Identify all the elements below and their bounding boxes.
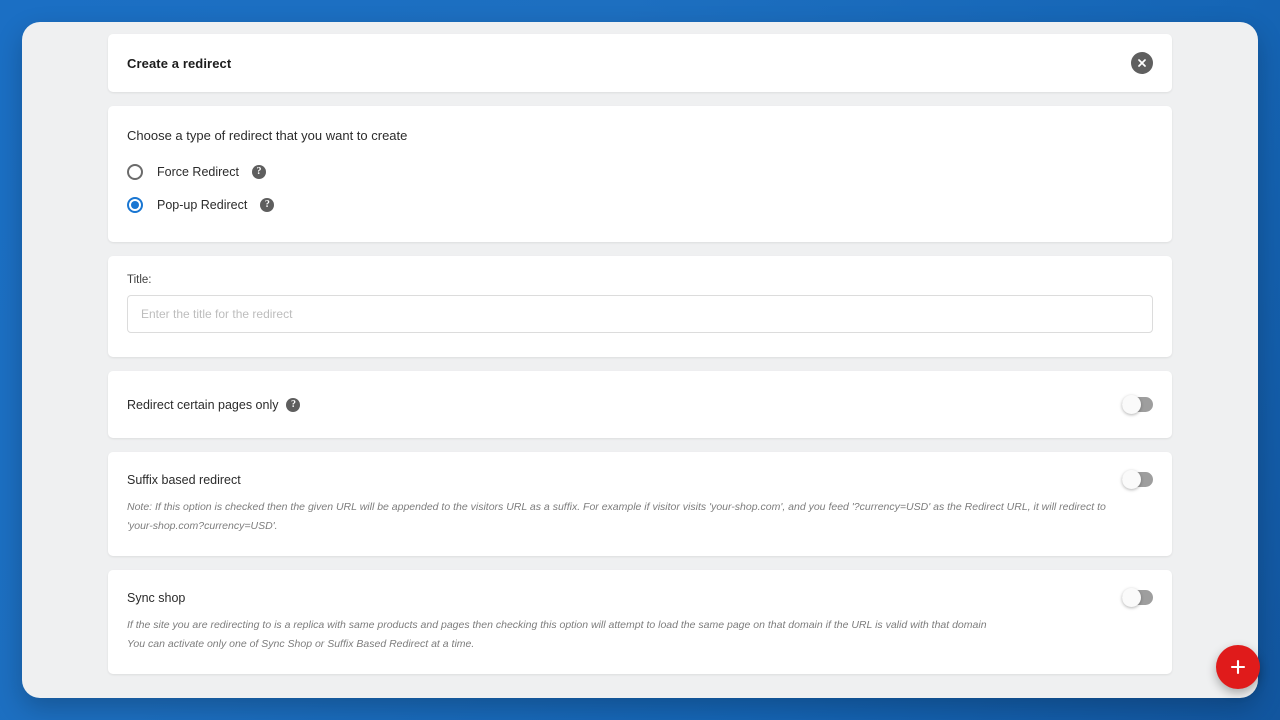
- redirect-certain-pages-label-group: Redirect certain pages only ?: [127, 397, 301, 412]
- app-surface: Create a redirect Choose a type of redir…: [22, 22, 1258, 698]
- suffix-redirect-toggle[interactable]: [1122, 470, 1153, 489]
- radio-option-force-redirect[interactable]: Force Redirect ?: [127, 159, 1153, 185]
- page-scroll-container[interactable]: Create a redirect Choose a type of redir…: [22, 22, 1258, 698]
- radio-label-popup-redirect: Pop-up Redirect: [157, 198, 248, 212]
- title-field-card: Title:: [108, 256, 1172, 357]
- suffix-redirect-note-line-2: 'your-shop.com?currency=USD'.: [127, 520, 278, 533]
- sync-shop-title: Sync shop: [127, 590, 186, 605]
- sync-shop-note: If the site you are redirecting to is a …: [127, 616, 1137, 654]
- radio-option-popup-redirect[interactable]: Pop-up Redirect ?: [127, 192, 1153, 218]
- add-button[interactable]: [1216, 645, 1260, 689]
- redirect-certain-pages-card: Redirect certain pages only ?: [108, 371, 1172, 438]
- suffix-redirect-note: Note: If this option is checked then the…: [127, 498, 1137, 536]
- sync-shop-note-line-2: You can activate only one of Sync Shop o…: [127, 638, 475, 651]
- title-field-label: Title:: [127, 274, 152, 286]
- redirect-certain-pages-row: Redirect certain pages only ?: [127, 395, 1153, 414]
- page-title: Create a redirect: [127, 55, 232, 71]
- sync-shop-row: Sync shop: [127, 588, 1153, 608]
- title-input[interactable]: [127, 295, 1153, 333]
- redirect-type-prompt: Choose a type of redirect that you want …: [127, 128, 408, 143]
- suffix-redirect-row: Suffix based redirect: [127, 470, 1153, 489]
- help-circle-icon[interactable]: ?: [286, 397, 301, 412]
- close-icon[interactable]: [1131, 52, 1153, 74]
- suffix-redirect-card: Suffix based redirect Note: If this opti…: [108, 452, 1172, 557]
- suffix-redirect-title: Suffix based redirect: [127, 472, 241, 487]
- radio-popup-redirect[interactable]: [127, 197, 143, 213]
- redirect-certain-pages-title: Redirect certain pages only: [127, 397, 279, 412]
- radio-force-redirect[interactable]: [127, 164, 143, 180]
- suffix-redirect-label-group: Suffix based redirect: [127, 473, 241, 487]
- redirect-certain-pages-toggle[interactable]: [1122, 395, 1153, 414]
- sync-shop-toggle[interactable]: [1122, 588, 1153, 608]
- help-circle-icon[interactable]: ?: [251, 165, 266, 179]
- sync-shop-card: Sync shop If the site you are redirectin…: [108, 570, 1172, 675]
- help-circle-icon[interactable]: ?: [260, 198, 275, 212]
- suffix-redirect-note-line-1: Note: If this option is checked then the…: [127, 501, 1106, 513]
- plus-icon: [1230, 659, 1246, 675]
- sync-shop-label-group: Sync shop: [127, 591, 185, 605]
- radio-label-force-redirect: Force Redirect: [157, 165, 239, 179]
- redirect-type-card: Choose a type of redirect that you want …: [108, 106, 1172, 242]
- dialog-header: Create a redirect: [108, 34, 1172, 92]
- sync-shop-note-line-1: If the site you are redirecting to is a …: [127, 619, 987, 632]
